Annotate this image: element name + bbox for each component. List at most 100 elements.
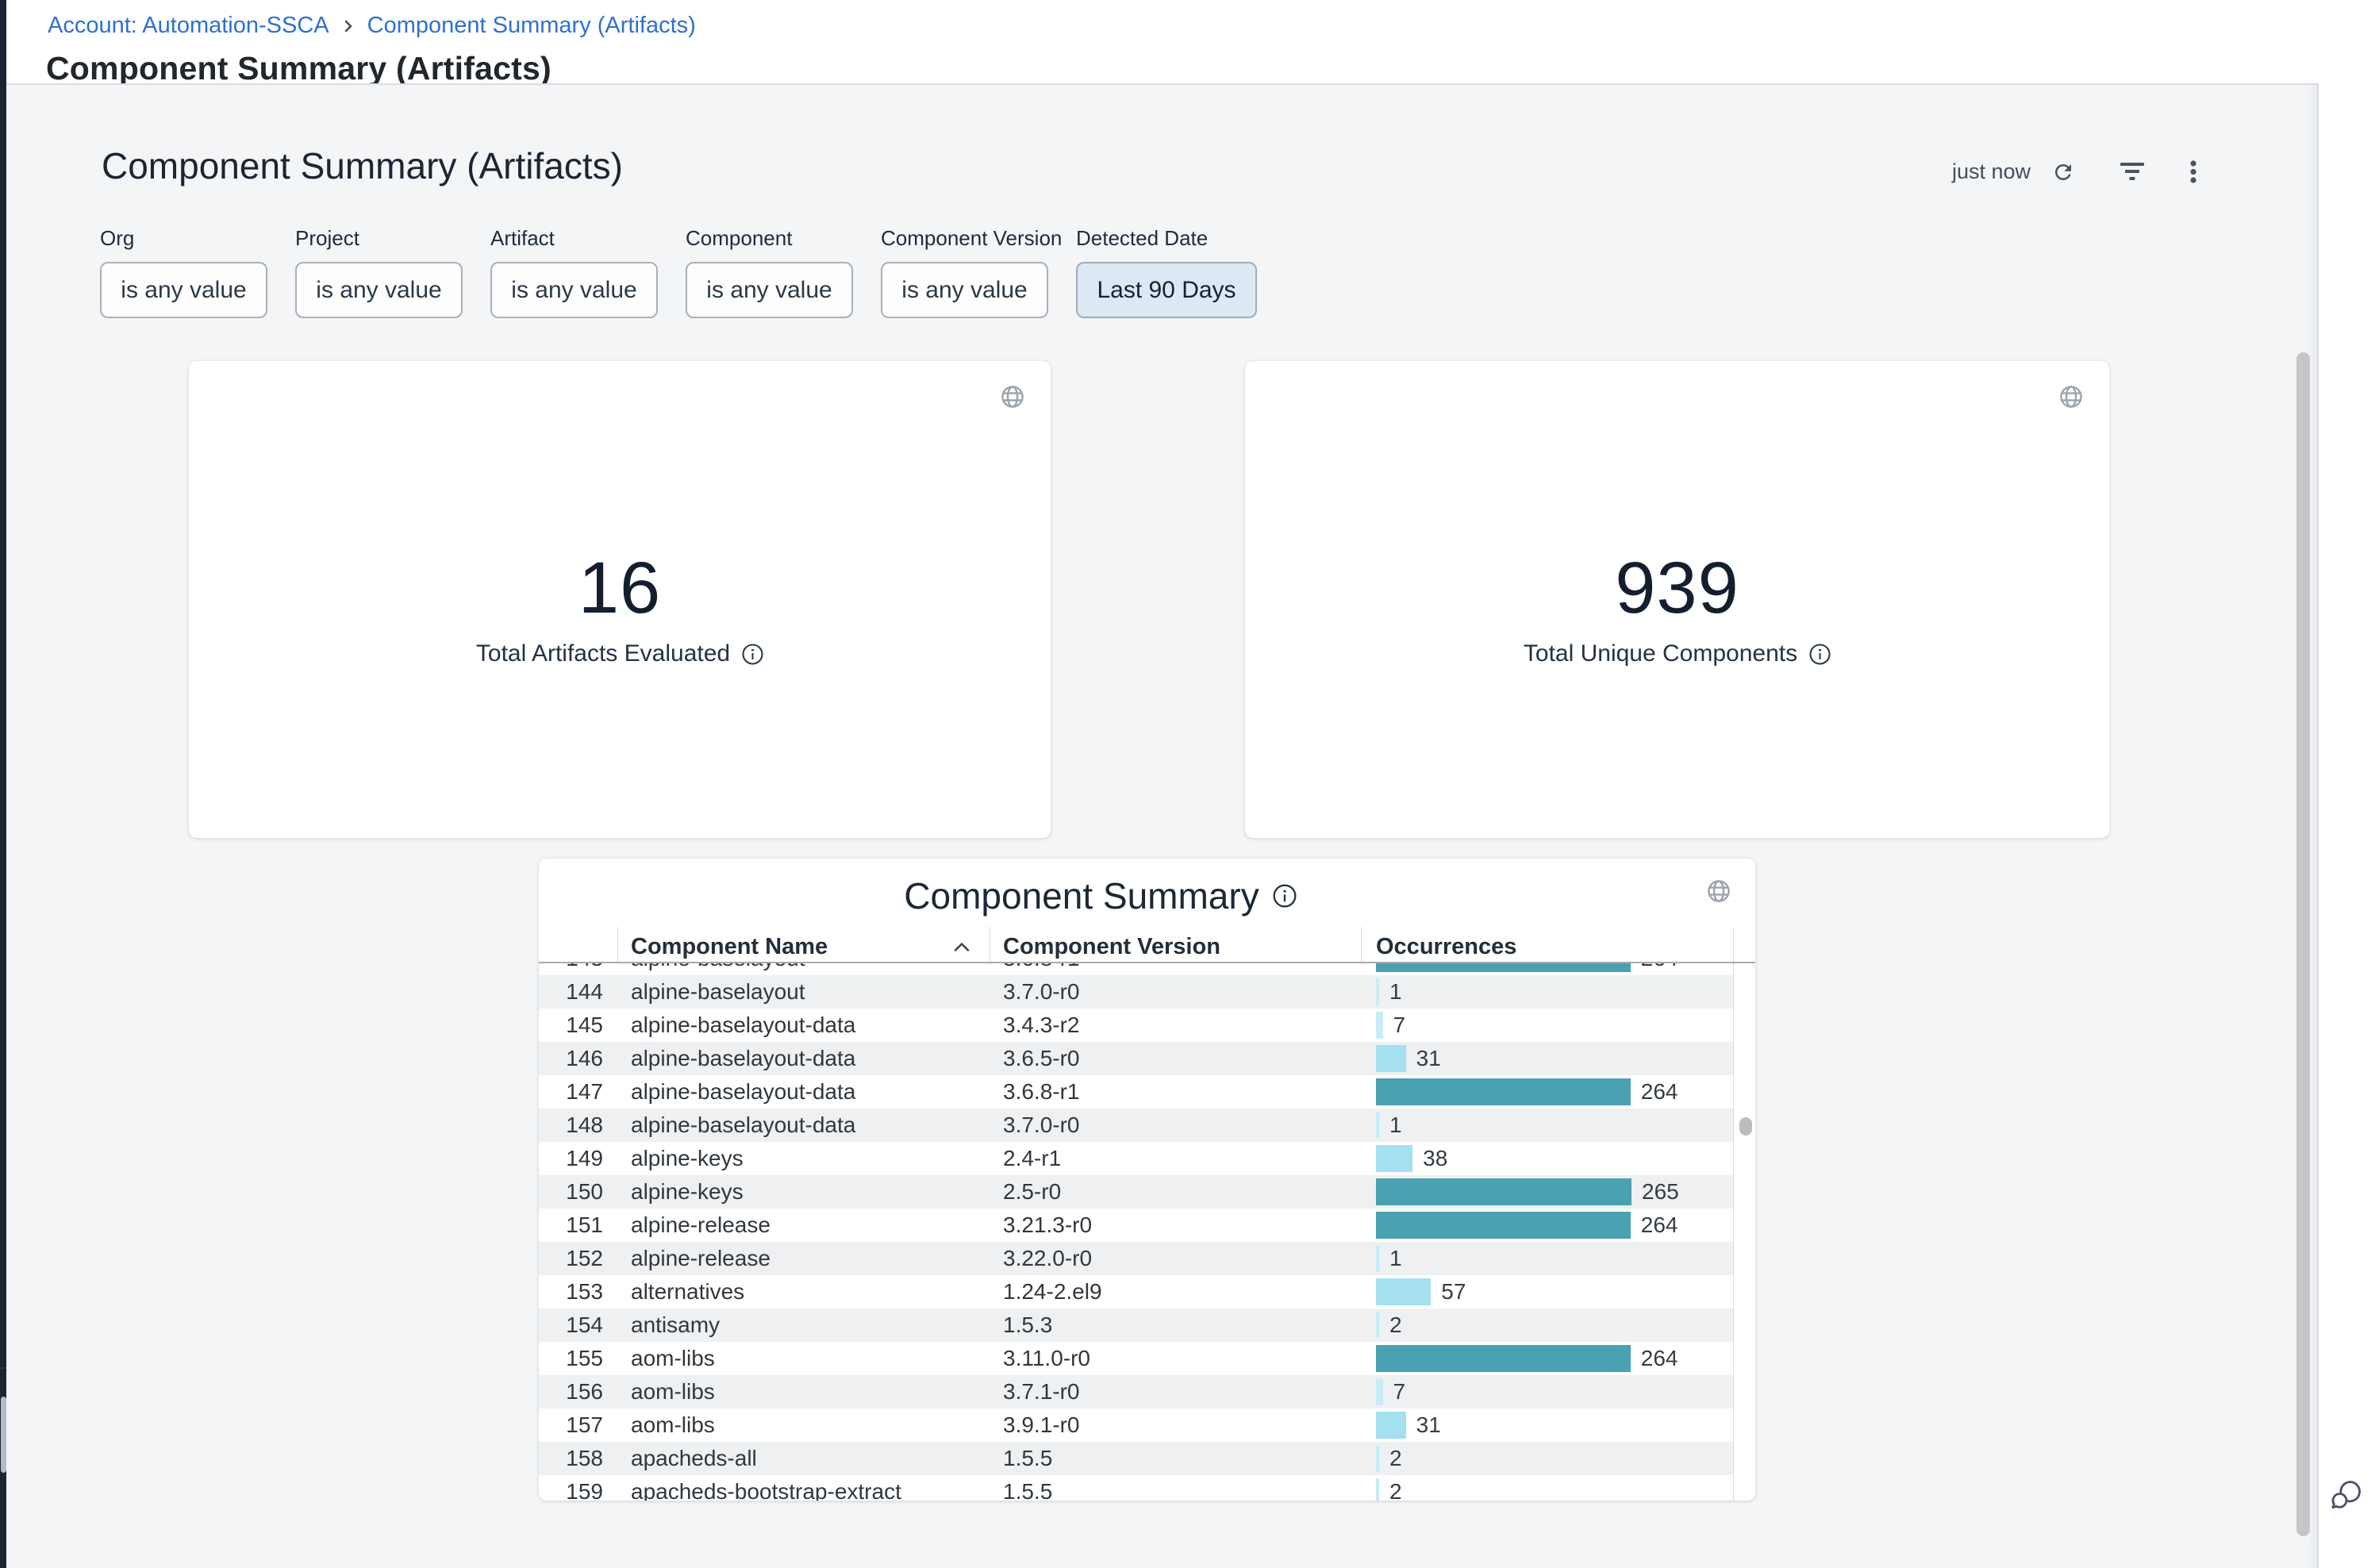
row-number: 159: [539, 1479, 617, 1501]
component-name-cell: alpine-baselayout-data: [617, 1013, 990, 1038]
table-body-viewport[interactable]: 143alpine-baselayout3.6.8-r1264144alpine…: [539, 963, 1755, 1501]
filter-value-project[interactable]: is any value: [295, 262, 463, 318]
tile-label: Total Artifacts Evaluated: [476, 640, 730, 667]
filter-value-detected-date[interactable]: Last 90 Days: [1076, 262, 1257, 318]
occurrences-cell: 264: [1361, 1075, 1733, 1109]
page-title: Component Summary (Artifacts): [46, 50, 552, 87]
filter-label: Component: [686, 226, 792, 251]
breadcrumb-account-link[interactable]: Account: Automation-SSCA: [48, 13, 329, 39]
component-name-cell: alpine-baselayout-data: [617, 1079, 990, 1105]
table-row[interactable]: 157aom-libs3.9.1-r031: [539, 1409, 1733, 1442]
occurrences-bar: [1376, 1245, 1379, 1272]
occurrences-cell: 2: [1361, 1309, 1733, 1342]
dashboard-canvas: Component Summary (Artifacts) just now O…: [6, 85, 2317, 1568]
component-version-cell: 3.7.0-r0: [990, 1113, 1361, 1138]
occurrences-cell: 57: [1361, 1275, 1733, 1309]
tile-label: Total Unique Components: [1524, 640, 1797, 667]
left-nav-rail[interactable]: [0, 0, 6, 1568]
component-version-cell: 1.5.5: [990, 1479, 1361, 1501]
table-row[interactable]: 146alpine-baselayout-data3.6.5-r031: [539, 1042, 1733, 1075]
occurrences-value: 264: [1641, 963, 1678, 971]
chat-bubble-icon[interactable]: [2330, 1478, 2365, 1516]
sort-asc-icon[interactable]: [953, 941, 970, 952]
globe-icon: [1707, 879, 1731, 907]
table-row[interactable]: 156aom-libs3.7.1-r07: [539, 1375, 1733, 1409]
table-row[interactable]: 145alpine-baselayout-data3.4.3-r27: [539, 1009, 1733, 1042]
table-row[interactable]: 158apacheds-all1.5.52: [539, 1442, 1733, 1475]
occurrences-bar: [1376, 1112, 1379, 1139]
breadcrumb-page-link[interactable]: Component Summary (Artifacts): [367, 13, 696, 39]
occurrences-bar: [1376, 1412, 1406, 1439]
occurrences-cell: 264: [1361, 963, 1733, 975]
component-version-cell: 2.5-r0: [990, 1179, 1361, 1205]
occurrences-bar: [1376, 1312, 1379, 1339]
breadcrumb-chevron-icon: [340, 17, 357, 35]
table-row[interactable]: 152alpine-release3.22.0-r01: [539, 1242, 1733, 1275]
table-row[interactable]: 144alpine-baselayout3.7.0-r01: [539, 975, 1733, 1009]
table-scrollbar-thumb[interactable]: [1739, 1117, 1752, 1136]
table-row[interactable]: 148alpine-baselayout-data3.7.0-r01: [539, 1109, 1733, 1142]
filter-label: Component Version: [881, 226, 1062, 251]
column-header-component-name[interactable]: Component Name: [617, 934, 990, 960]
component-name-cell: alpine-release: [617, 1213, 990, 1238]
table-row[interactable]: 153alternatives1.24-2.el957: [539, 1275, 1733, 1309]
component-name-cell: antisamy: [617, 1312, 990, 1338]
filter-value-component-version[interactable]: is any value: [881, 262, 1048, 318]
row-number: 144: [539, 979, 617, 1005]
occurrences-bar: [1376, 1445, 1379, 1472]
column-header-component-version[interactable]: Component Version: [990, 934, 1361, 960]
occurrences-cell: 1: [1361, 1109, 1733, 1142]
info-icon[interactable]: [742, 644, 763, 665]
component-name-cell: alpine-baselayout-data: [617, 1046, 990, 1071]
tile-value: 939: [1245, 551, 2109, 625]
row-number: 150: [539, 1179, 617, 1205]
occurrences-value: 7: [1393, 1379, 1406, 1405]
table-row[interactable]: 155aom-libs3.11.0-r0264: [539, 1342, 1733, 1375]
table-header-row: Component Name Component Version Occurre…: [539, 928, 1733, 965]
table-row[interactable]: 151alpine-release3.21.3-r0264: [539, 1209, 1733, 1242]
tile-value: 16: [189, 551, 1051, 625]
occurrences-cell: 38: [1361, 1142, 1733, 1175]
filter-value-component[interactable]: is any value: [686, 262, 853, 318]
table-row[interactable]: 147alpine-baselayout-data3.6.8-r1264: [539, 1075, 1733, 1109]
info-icon[interactable]: [1809, 644, 1831, 665]
nav-rail-scroll-indicator[interactable]: [1, 1397, 6, 1473]
occurrences-value: 7: [1393, 1013, 1406, 1038]
component-name-cell: alpine-baselayout-data: [617, 1113, 990, 1138]
component-version-cell: 3.4.3-r2: [990, 1013, 1361, 1038]
occurrences-cell: 2: [1361, 1442, 1733, 1475]
component-name-cell: apacheds-bootstrap-extract: [617, 1479, 990, 1501]
right-edge-shade: [2308, 85, 2317, 1568]
occurrences-value: 2: [1389, 1446, 1402, 1471]
filter-value-org[interactable]: is any value: [100, 262, 267, 318]
component-version-cell: 3.7.1-r0: [990, 1379, 1361, 1405]
component-name-cell: alternatives: [617, 1279, 990, 1305]
occurrences-bar: [1376, 1078, 1631, 1105]
filter-label: Detected Date: [1076, 226, 1208, 251]
table-row[interactable]: 149alpine-keys2.4-r138: [539, 1142, 1733, 1175]
component-version-cell: 3.7.0-r0: [990, 979, 1361, 1005]
component-version-cell: 1.5.5: [990, 1446, 1361, 1471]
table-body: 143alpine-baselayout3.6.8-r1264144alpine…: [539, 963, 1755, 1501]
component-version-cell: 3.6.5-r0: [990, 1046, 1361, 1071]
table-row[interactable]: 159apacheds-bootstrap-extract1.5.52: [539, 1475, 1733, 1501]
table-row[interactable]: 150alpine-keys2.5-r0265: [539, 1175, 1733, 1209]
row-number: 147: [539, 1079, 617, 1105]
content-right-border: [2317, 83, 2319, 1568]
occurrences-value: 31: [1416, 1046, 1441, 1071]
table-row[interactable]: 154antisamy1.5.32: [539, 1309, 1733, 1342]
column-header-occurrences[interactable]: Occurrences: [1361, 934, 1733, 960]
row-number: 158: [539, 1446, 617, 1471]
occurrences-bar: [1376, 1278, 1431, 1305]
occurrences-bar: [1376, 1478, 1379, 1501]
info-icon[interactable]: [1273, 884, 1297, 908]
occurrences-value: 38: [1423, 1146, 1447, 1171]
row-number: 143: [539, 963, 617, 971]
occurrences-bar: [1376, 1212, 1631, 1239]
filter-label: Org: [100, 226, 134, 251]
occurrences-cell: 7: [1361, 1375, 1733, 1409]
occurrences-cell: 264: [1361, 1342, 1733, 1375]
table-row[interactable]: 143alpine-baselayout3.6.8-r1264: [539, 963, 1733, 975]
filter-value-artifact[interactable]: is any value: [490, 262, 658, 318]
filter-label: Artifact: [490, 226, 555, 251]
